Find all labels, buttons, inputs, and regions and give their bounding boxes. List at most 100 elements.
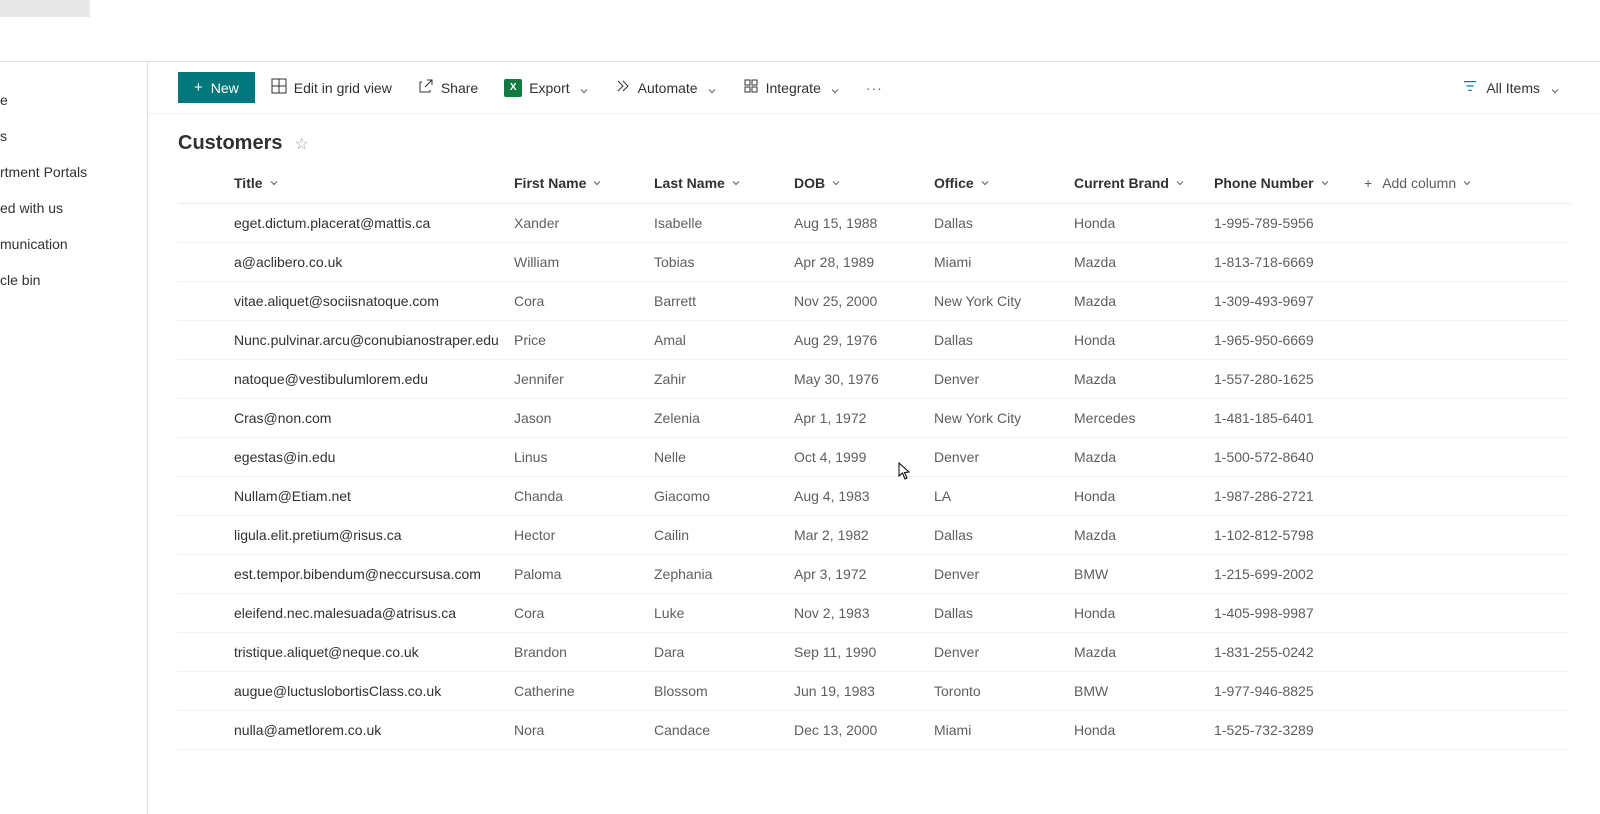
- row-selector[interactable]: [178, 594, 234, 633]
- row-selector[interactable]: [178, 633, 234, 672]
- command-bar: + New Edit in grid view Share X Export: [148, 62, 1600, 114]
- column-header-office[interactable]: Office: [934, 163, 1074, 204]
- cell-last_name: Isabelle: [654, 204, 794, 243]
- cell-office: LA: [934, 477, 1074, 516]
- row-selector[interactable]: [178, 399, 234, 438]
- view-label: All Items: [1486, 80, 1540, 96]
- chevron-down-icon: [1175, 175, 1185, 191]
- add-column-label: Add column: [1382, 175, 1456, 191]
- cell-title: eleifend.nec.malesuada@atrisus.ca: [234, 594, 514, 633]
- cell-office: Dallas: [934, 321, 1074, 360]
- more-actions-button[interactable]: ···: [856, 74, 893, 102]
- cell-office: Miami: [934, 243, 1074, 282]
- row-selector[interactable]: [178, 555, 234, 594]
- sidebar-item[interactable]: cle bin: [0, 262, 147, 298]
- table-row[interactable]: a@aclibero.co.ukWilliamTobiasApr 28, 198…: [178, 243, 1570, 282]
- cell-phone: 1-215-699-2002: [1214, 555, 1364, 594]
- cell-brand: BMW: [1074, 672, 1214, 711]
- edit-grid-button[interactable]: Edit in grid view: [261, 72, 402, 103]
- header-row: Title First NameLast NameDOBOfficeCurrent…: [178, 163, 1570, 204]
- row-selector[interactable]: [178, 243, 234, 282]
- table-row[interactable]: augue@luctuslobortisClass.co.ukCatherine…: [178, 672, 1570, 711]
- column-header-last_name[interactable]: Last Name: [654, 163, 794, 204]
- column-label: Title: [234, 175, 263, 191]
- table-row[interactable]: Cras@non.comJasonZeleniaApr 1, 1972New Y…: [178, 399, 1570, 438]
- cell-empty: [1364, 477, 1570, 516]
- cell-first_name: Hector: [514, 516, 654, 555]
- export-label: Export: [529, 80, 569, 96]
- table-row[interactable]: nulla@ametlorem.co.ukNoraCandaceDec 13, …: [178, 711, 1570, 750]
- view-switcher[interactable]: All Items: [1452, 73, 1570, 102]
- cell-office: Dallas: [934, 204, 1074, 243]
- data-table: Title First NameLast NameDOBOfficeCurrent…: [178, 163, 1570, 750]
- cell-title: tristique.aliquet@neque.co.uk: [234, 633, 514, 672]
- cell-brand: Honda: [1074, 594, 1214, 633]
- integrate-label: Integrate: [766, 80, 821, 96]
- cell-last_name: Zelenia: [654, 399, 794, 438]
- column-header-brand[interactable]: Current Brand: [1074, 163, 1214, 204]
- cell-dob: Aug 29, 1976: [794, 321, 934, 360]
- automate-label: Automate: [638, 80, 698, 96]
- export-button[interactable]: X Export: [494, 73, 598, 103]
- row-selector[interactable]: [178, 516, 234, 555]
- cell-first_name: Cora: [514, 594, 654, 633]
- cell-title: Nullam@Etiam.net: [234, 477, 514, 516]
- sidebar-item[interactable]: munication: [0, 226, 147, 262]
- table-row[interactable]: egestas@in.eduLinusNelleOct 4, 1999Denve…: [178, 438, 1570, 477]
- cell-dob: May 30, 1976: [794, 360, 934, 399]
- share-button[interactable]: Share: [408, 72, 488, 103]
- add-column-button[interactable]: +Add column: [1364, 163, 1570, 204]
- cell-first_name: Brandon: [514, 633, 654, 672]
- row-selector[interactable]: [178, 672, 234, 711]
- table-row[interactable]: est.tempor.bibendum@neccursusa.comPaloma…: [178, 555, 1570, 594]
- favorite-star-icon[interactable]: ☆: [294, 134, 308, 154]
- cell-office: Toronto: [934, 672, 1074, 711]
- sidebar-item[interactable]: e: [0, 82, 147, 118]
- cell-dob: Nov 2, 1983: [794, 594, 934, 633]
- table-row[interactable]: eget.dictum.placerat@mattis.caXanderIsab…: [178, 204, 1570, 243]
- row-selector[interactable]: [178, 204, 234, 243]
- cell-phone: 1-481-185-6401: [1214, 399, 1364, 438]
- integrate-button[interactable]: Integrate: [733, 72, 850, 103]
- cell-brand: Mazda: [1074, 633, 1214, 672]
- table-row[interactable]: eleifend.nec.malesuada@atrisus.caCoraLuk…: [178, 594, 1570, 633]
- cell-office: Dallas: [934, 594, 1074, 633]
- cell-phone: 1-500-572-8640: [1214, 438, 1364, 477]
- cell-last_name: Tobias: [654, 243, 794, 282]
- cell-first_name: William: [514, 243, 654, 282]
- automate-button[interactable]: Automate: [605, 72, 727, 103]
- chevron-down-icon: [579, 83, 589, 93]
- row-selector[interactable]: [178, 711, 234, 750]
- sidebar-item[interactable]: s: [0, 118, 147, 154]
- table-row[interactable]: natoque@vestibulumlorem.eduJenniferZahir…: [178, 360, 1570, 399]
- cell-empty: [1364, 594, 1570, 633]
- row-selector[interactable]: [178, 282, 234, 321]
- row-selector[interactable]: [178, 438, 234, 477]
- cell-first_name: Chanda: [514, 477, 654, 516]
- table-row[interactable]: Nullam@Etiam.netChandaGiacomoAug 4, 1983…: [178, 477, 1570, 516]
- cell-title: Nunc.pulvinar.arcu@conubianostraper.edu: [234, 321, 514, 360]
- sidebar-item[interactable]: rtment Portals: [0, 154, 147, 190]
- column-header-first_name[interactable]: First Name: [514, 163, 654, 204]
- list-view: Title First NameLast NameDOBOfficeCurrent…: [148, 163, 1600, 814]
- cell-last_name: Zephania: [654, 555, 794, 594]
- filter-icon: [1462, 79, 1478, 96]
- column-header-title[interactable]: Title: [234, 163, 514, 204]
- cell-empty: [1364, 555, 1570, 594]
- row-selector[interactable]: [178, 477, 234, 516]
- table-row[interactable]: Nunc.pulvinar.arcu@conubianostraper.eduP…: [178, 321, 1570, 360]
- table-row[interactable]: tristique.aliquet@neque.co.ukBrandonDara…: [178, 633, 1570, 672]
- table-row[interactable]: vitae.aliquet@sociisnatoque.comCoraBarre…: [178, 282, 1570, 321]
- row-selector[interactable]: [178, 321, 234, 360]
- new-button[interactable]: + New: [178, 72, 255, 103]
- row-selector[interactable]: [178, 360, 234, 399]
- column-header-phone[interactable]: Phone Number: [1214, 163, 1364, 204]
- table-row[interactable]: ligula.elit.pretium@risus.caHectorCailin…: [178, 516, 1570, 555]
- cell-empty: [1364, 711, 1570, 750]
- cell-dob: Apr 3, 1972: [794, 555, 934, 594]
- select-all-header[interactable]: [178, 163, 234, 204]
- cell-title: ligula.elit.pretium@risus.ca: [234, 516, 514, 555]
- sidebar-item[interactable]: ed with us: [0, 190, 147, 226]
- column-header-dob[interactable]: DOB: [794, 163, 934, 204]
- cell-last_name: Blossom: [654, 672, 794, 711]
